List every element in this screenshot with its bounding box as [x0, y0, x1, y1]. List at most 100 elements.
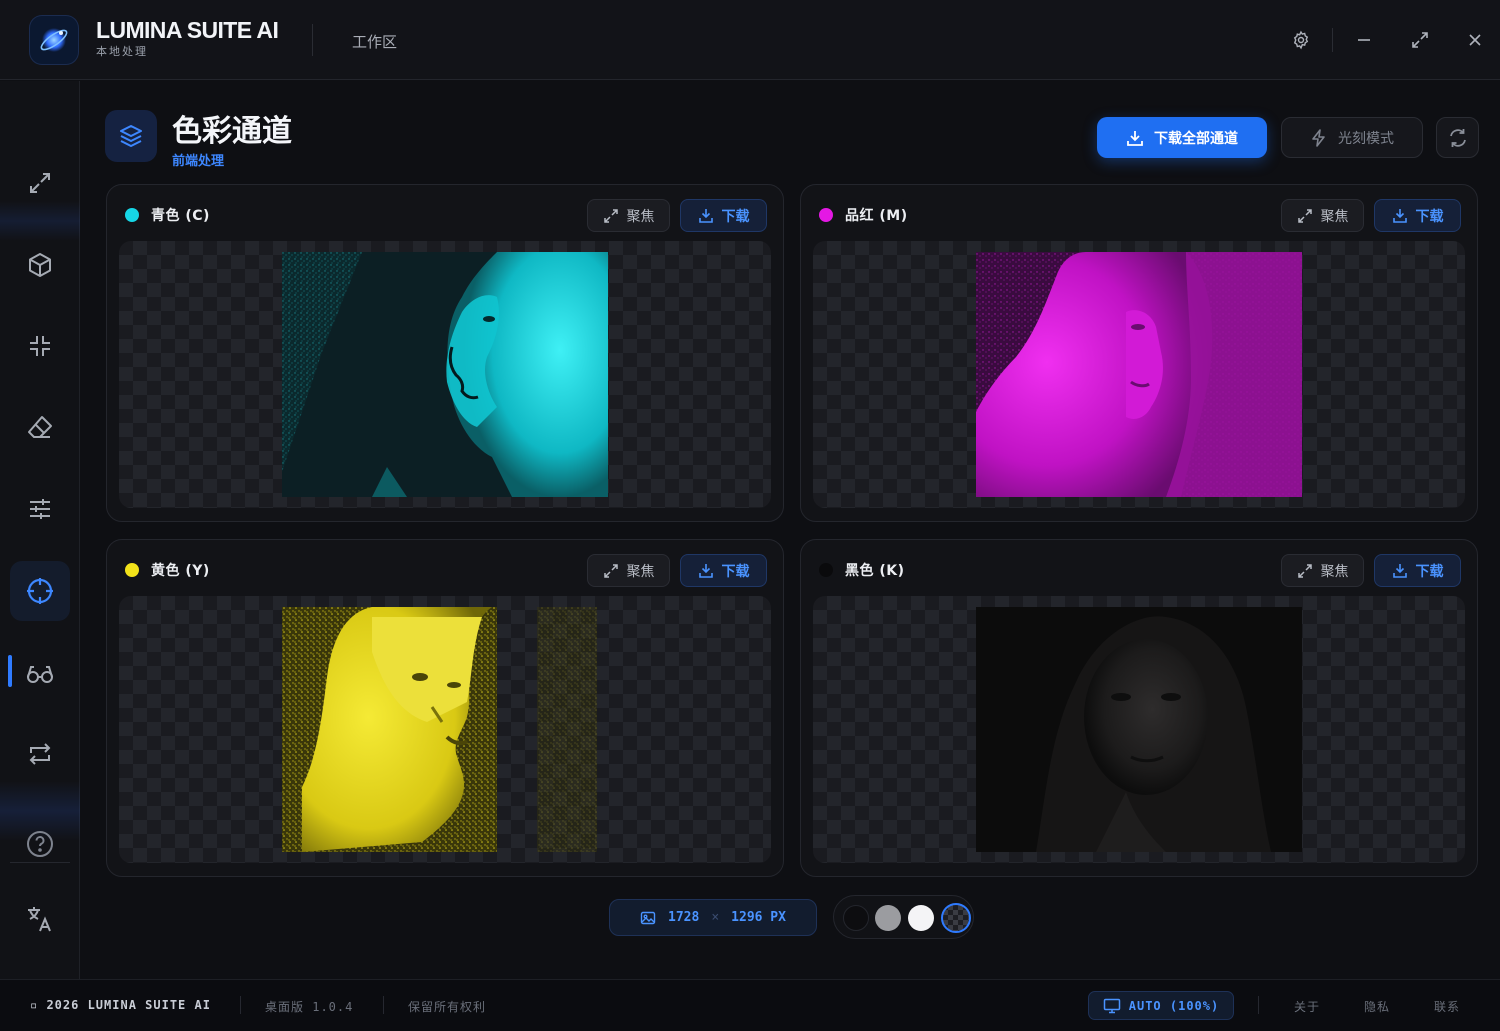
black-channel-image [976, 607, 1302, 852]
channel-title: 黄色 (Y) [151, 563, 210, 579]
glasses-icon[interactable] [10, 643, 70, 703]
copyright-text: ▫ 2026 LUMINA SUITE AI [30, 998, 211, 1012]
app-window: LUMINA SUITE AI 本地处理 工作区 色彩通道 前端处理 下载全部通… [0, 0, 1500, 1031]
expand-icon [1297, 563, 1312, 578]
eraser-icon[interactable] [10, 397, 70, 457]
cube-icon[interactable] [10, 235, 70, 295]
channel-preview-canvas[interactable] [119, 596, 771, 863]
page-subtitle: 前端处理 [172, 154, 225, 169]
close-icon[interactable] [1463, 28, 1487, 52]
download-all-label: 下载全部通道 [1154, 130, 1238, 147]
channel-preview-canvas[interactable] [119, 241, 771, 508]
download-label: 下载 [1415, 208, 1444, 225]
download-icon [1392, 208, 1407, 223]
image-dimensions-badge: 1728 × 1296 PX [609, 899, 817, 936]
divider [1332, 28, 1333, 52]
sliders-icon[interactable] [10, 479, 70, 539]
translate-icon[interactable] [10, 889, 70, 949]
help-icon[interactable] [10, 814, 70, 874]
divider [240, 996, 241, 1014]
focus-label: 聚焦 [626, 208, 655, 225]
download-label: 下载 [721, 208, 750, 225]
cyan-channel-image [282, 252, 608, 497]
channel-preview-canvas[interactable] [813, 596, 1465, 863]
image-icon [640, 911, 656, 924]
display-mode-label: AUTO (100%) [1128, 998, 1220, 1013]
engrave-mode-label: 光刻模式 [1338, 130, 1394, 147]
channel-panel-cyan: 青色 (C) 聚焦 下载 [106, 184, 784, 522]
swap-icon[interactable] [10, 724, 70, 784]
focus-button[interactable]: 聚焦 [1281, 199, 1364, 232]
channel-title: 青色 (C) [151, 208, 210, 224]
download-label: 下载 [1415, 563, 1444, 580]
monitor-icon [1103, 998, 1120, 1013]
expand-icon[interactable] [10, 153, 70, 213]
swatch-white[interactable] [908, 905, 934, 931]
workspace-menu[interactable]: 工作区 [352, 31, 397, 52]
download-icon [698, 208, 713, 223]
magenta-channel-image [976, 252, 1302, 497]
refresh-button[interactable] [1436, 117, 1479, 158]
privacy-link[interactable]: 隐私 [1364, 998, 1390, 1015]
swatch-black[interactable] [843, 905, 869, 931]
compress-icon[interactable] [10, 316, 70, 376]
contact-link[interactable]: 联系 [1434, 998, 1460, 1015]
focus-button[interactable]: 聚焦 [1281, 554, 1364, 587]
minimize-icon[interactable] [1352, 28, 1376, 52]
channel-title: 品红 (M) [845, 208, 908, 224]
background-swatch-picker [833, 895, 974, 939]
yellow-channel-image [282, 607, 597, 852]
page-title: 色彩通道 [172, 114, 292, 149]
app-logo [30, 16, 78, 64]
rights-text: 保留所有权利 [408, 1000, 487, 1014]
display-mode-badge[interactable]: AUTO (100%) [1088, 991, 1234, 1020]
channel-title: 黑色 (K) [845, 563, 905, 579]
download-button[interactable]: 下载 [1374, 199, 1461, 232]
sidebar [0, 81, 80, 979]
divider [1258, 996, 1259, 1014]
download-icon [698, 563, 713, 578]
image-width: 1728 [668, 910, 700, 925]
channel-panel-black: 黑色 (K) 聚焦 下载 [800, 539, 1478, 877]
focus-label: 聚焦 [1320, 563, 1349, 580]
download-button[interactable]: 下载 [680, 554, 767, 587]
dimension-separator: × [711, 910, 720, 925]
layers-icon [105, 110, 157, 162]
divider [312, 24, 313, 56]
app-subtitle: 本地处理 [96, 45, 148, 58]
channel-preview-canvas[interactable] [813, 241, 1465, 508]
image-height: 1296 PX [731, 910, 786, 925]
focus-label: 聚焦 [1320, 208, 1349, 225]
lightning-icon [1312, 128, 1325, 147]
refresh-icon [1449, 128, 1466, 147]
download-button[interactable]: 下载 [1374, 554, 1461, 587]
app-name: LUMINA SUITE AI [96, 17, 279, 43]
channel-color-dot [125, 563, 139, 577]
download-all-button[interactable]: 下载全部通道 [1097, 117, 1267, 158]
version-text: 桌面版 1.0.4 [265, 1000, 354, 1014]
maximize-icon[interactable] [1408, 28, 1432, 52]
footer: ▫ 2026 LUMINA SUITE AI 桌面版 1.0.4 保留所有权利 … [0, 979, 1500, 1031]
title-bar: LUMINA SUITE AI 本地处理 工作区 [0, 0, 1500, 80]
expand-icon [603, 563, 618, 578]
settings-gear-icon[interactable] [1289, 28, 1313, 52]
swatch-checker[interactable] [941, 903, 971, 933]
channel-color-dot [819, 208, 833, 222]
about-link[interactable]: 关于 [1294, 998, 1320, 1015]
crosshair-icon[interactable] [10, 561, 70, 621]
channel-color-dot [125, 208, 139, 222]
expand-icon [603, 208, 618, 223]
download-button[interactable]: 下载 [680, 199, 767, 232]
expand-icon [1297, 208, 1312, 223]
divider [383, 996, 384, 1014]
download-icon [1127, 130, 1143, 146]
focus-button[interactable]: 聚焦 [587, 554, 670, 587]
focus-label: 聚焦 [626, 563, 655, 580]
focus-button[interactable]: 聚焦 [587, 199, 670, 232]
engrave-mode-button[interactable]: 光刻模式 [1281, 117, 1423, 158]
download-icon [1392, 563, 1407, 578]
download-label: 下载 [721, 563, 750, 580]
swatch-gray[interactable] [875, 905, 901, 931]
channel-color-dot [819, 563, 833, 577]
channel-panel-magenta: 品红 (M) 聚焦 下载 [800, 184, 1478, 522]
